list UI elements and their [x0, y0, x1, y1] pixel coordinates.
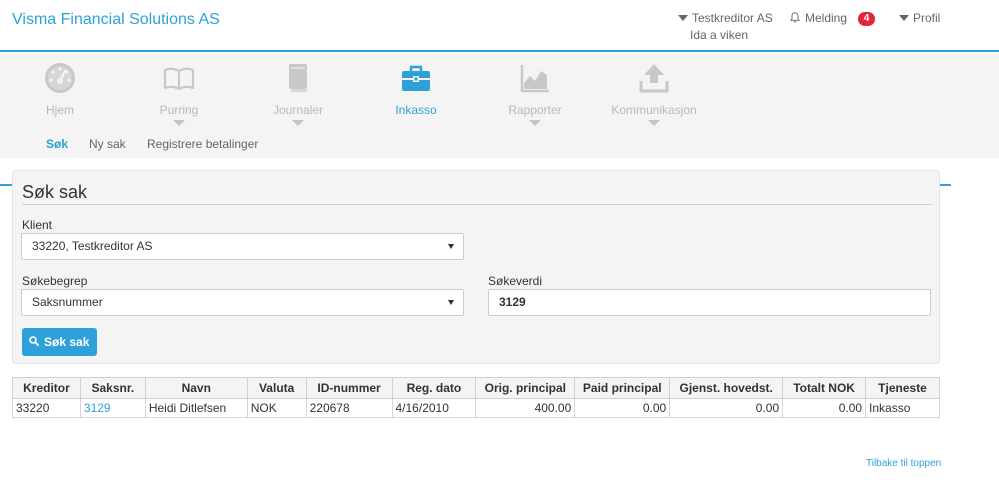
- bell-icon: [790, 12, 800, 23]
- search-icon: [29, 336, 39, 346]
- cell-currency: NOK: [246, 398, 307, 418]
- creditor-menu[interactable]: Testkreditor AS: [678, 11, 773, 25]
- profile-menu[interactable]: Profil: [899, 11, 940, 25]
- client-select-value: 33220, Testkreditor AS: [32, 239, 153, 253]
- column-header[interactable]: Kreditor: [12, 377, 81, 399]
- client-select[interactable]: 33220, Testkreditor AS: [21, 233, 464, 260]
- nav-label: Hjem: [45, 103, 74, 117]
- column-header[interactable]: ID-nummer: [305, 377, 393, 399]
- column-header[interactable]: Saksnr.: [79, 377, 146, 399]
- search-term-label: Søkebegrep: [22, 274, 88, 288]
- profile-label: Profil: [913, 11, 941, 25]
- open-book-icon: [163, 67, 195, 91]
- search-value-label: Søkeverdi: [488, 274, 543, 288]
- cell-service: Inkasso: [865, 398, 940, 418]
- nav-inkasso[interactable]: Inkasso: [361, 54, 471, 132]
- chevron-down-icon: [529, 120, 541, 126]
- column-header[interactable]: Reg. dato: [391, 377, 477, 399]
- column-header[interactable]: Valuta: [246, 377, 307, 399]
- dropdown-arrow-icon: [448, 244, 454, 249]
- chevron-down-icon: [678, 15, 688, 21]
- nav-purring[interactable]: Purring: [124, 54, 234, 132]
- tab-sok[interactable]: Søk: [46, 137, 68, 151]
- cell-reg-date: 4/16/2010: [391, 398, 477, 418]
- back-to-top-link[interactable]: Tilbake til toppen: [866, 458, 941, 469]
- search-button[interactable]: Søk sak: [22, 328, 97, 356]
- column-header[interactable]: Paid principal: [574, 377, 671, 399]
- search-panel: Søk sak Klient 33220, Testkreditor AS Sø…: [12, 170, 940, 364]
- tab-ny-sak[interactable]: Ny sak: [89, 137, 126, 151]
- nav-hjem[interactable]: Hjem: [5, 54, 115, 132]
- nav-label: Journaler: [272, 103, 324, 117]
- column-header[interactable]: Totalt NOK: [782, 377, 867, 399]
- briefcase-icon: [402, 65, 430, 91]
- nav-label: Inkasso: [395, 103, 437, 117]
- nav-journaler[interactable]: Journaler: [243, 54, 353, 132]
- cell-paid-principal: 0.00: [574, 398, 671, 418]
- cell-orig-principal: 400.00: [475, 398, 576, 418]
- creditor-user: Ida a viken: [690, 28, 749, 42]
- search-term-select[interactable]: Saksnummer: [21, 289, 464, 316]
- notifications-badge[interactable]: 4: [858, 12, 875, 26]
- client-label: Klient: [22, 218, 53, 232]
- notifications-label: Melding: [805, 11, 848, 25]
- creditor-name: Testkreditor AS: [692, 11, 773, 25]
- search-button-label: Søk sak: [44, 335, 90, 349]
- column-header[interactable]: Gjenst. hovedst.: [669, 377, 784, 399]
- cell-case-number-link[interactable]: 3129: [79, 398, 146, 418]
- chevron-down-icon: [292, 120, 304, 126]
- column-header[interactable]: Navn: [144, 377, 248, 399]
- results-table: Kreditor Saksnr. Navn Valuta ID-nummer R…: [12, 377, 940, 418]
- nav-label: Kommunikasjon: [611, 103, 697, 117]
- search-value-input[interactable]: 3129: [488, 289, 931, 316]
- area-chart-icon: [520, 65, 549, 93]
- search-term-value: Saksnummer: [32, 295, 103, 309]
- dropdown-arrow-icon: [448, 300, 454, 305]
- cell-name: Heidi Ditlefsen: [144, 398, 248, 418]
- divider: [22, 204, 932, 205]
- company-name[interactable]: Visma Financial Solutions AS: [12, 11, 220, 29]
- nav-rapporter[interactable]: Rapporter: [480, 54, 590, 132]
- nav-kommunikasjon[interactable]: Kommunikasjon: [599, 54, 709, 132]
- nav-label: Rapporter: [508, 103, 562, 117]
- panel-title: Søk sak: [22, 182, 88, 202]
- tab-registrere-betalinger[interactable]: Registrere betalinger: [147, 137, 258, 151]
- table-row[interactable]: 33220 3129 Heidi Ditlefsen NOK 220678 4/…: [12, 398, 940, 418]
- top-header: Visma Financial Solutions AS Testkredito…: [0, 0, 999, 52]
- cell-remaining-principal: 0.00: [669, 398, 784, 418]
- journal-book-icon: [289, 64, 307, 92]
- chevron-down-icon: [899, 15, 909, 21]
- chevron-down-icon: [648, 120, 660, 126]
- nav-label: Purring: [159, 103, 199, 117]
- notifications-link[interactable]: Melding: [790, 11, 847, 25]
- column-header[interactable]: Tjeneste: [865, 377, 940, 399]
- cell-id-number: 220678: [305, 398, 393, 418]
- dashboard-gauge-icon: [45, 63, 75, 93]
- table-header-row: Kreditor Saksnr. Navn Valuta ID-nummer R…: [12, 377, 940, 399]
- chevron-down-icon: [173, 120, 185, 126]
- upload-icon: [639, 64, 669, 93]
- cell-kreditor: 33220: [12, 398, 81, 418]
- column-header[interactable]: Orig. principal: [475, 377, 576, 399]
- cell-total-nok: 0.00: [782, 398, 867, 418]
